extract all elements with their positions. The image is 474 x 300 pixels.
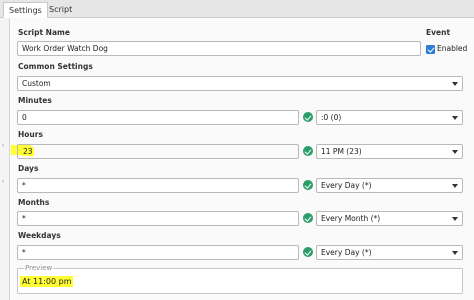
chevron-down-icon [452,251,458,255]
preview-legend: Preview [24,264,54,272]
common-settings-value: Custom [22,79,51,88]
check-circle-icon [303,112,313,122]
tab-script[interactable]: Script [44,2,77,18]
chevron-down-icon [452,217,458,221]
preview-box [17,268,463,294]
tab-settings[interactable]: Settings [3,2,48,18]
check-circle-icon [303,247,313,257]
months-label: Months [18,198,50,207]
weekdays-select[interactable]: Every Day (*) [316,245,463,260]
weekdays-input[interactable]: * [17,245,299,260]
check-circle-icon [303,213,313,223]
chevron-down-icon [452,82,458,86]
preview-text: At 11:00 pm [20,276,74,287]
months-input[interactable]: * [17,211,299,226]
tab-strip: Settings Script [0,0,474,18]
chevron-down-icon [452,116,458,120]
common-settings-select[interactable]: Custom [17,76,463,91]
hours-option: 11 PM (23) [321,147,362,156]
edge-marker: ‹ [2,178,5,185]
months-option: Every Month (*) [321,214,381,223]
days-label: Days [18,164,39,173]
hours-input[interactable]: 23 [17,144,299,159]
minutes-input[interactable]: 0 [17,110,299,125]
weekdays-label: Weekdays [18,231,61,240]
edge-marker: ‹ [2,142,5,149]
common-settings-label: Common Settings [18,62,93,71]
enabled-checkbox[interactable] [426,45,435,54]
chevron-down-icon [452,184,458,188]
hours-value: 23 [22,147,34,156]
minutes-select[interactable]: :0 (0) [316,110,463,125]
enabled-label: Enabled [437,44,468,53]
script-name-label: Script Name [18,28,70,37]
days-option: Every Day (*) [321,181,372,190]
days-select[interactable]: Every Day (*) [316,178,463,193]
settings-panel: ‹ ‹ Script Name Work Order Watch Dog Eve… [2,18,474,300]
script-name-input[interactable]: Work Order Watch Dog [17,41,421,56]
weekdays-option: Every Day (*) [321,248,372,257]
hours-label: Hours [18,130,43,139]
check-circle-icon [303,146,313,156]
event-label: Event [426,28,451,37]
minutes-option: :0 (0) [321,113,342,122]
check-circle-icon [303,180,313,190]
days-input[interactable]: * [17,178,299,193]
chevron-down-icon [452,150,458,154]
minutes-label: Minutes [18,96,52,105]
hours-select[interactable]: 11 PM (23) [316,144,463,159]
months-select[interactable]: Every Month (*) [316,211,463,226]
